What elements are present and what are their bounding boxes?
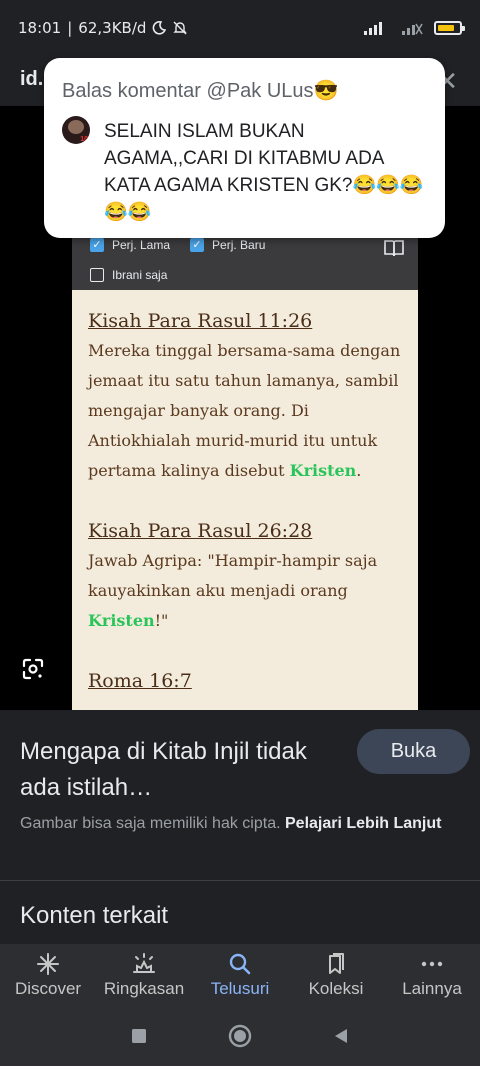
book-icon <box>384 240 404 257</box>
nav-ringkasan[interactable]: Ringkasan <box>96 944 192 1006</box>
highlight-word: Kristen <box>88 611 155 630</box>
back-icon[interactable] <box>333 1028 349 1044</box>
verse-block: Roma 16:7 <box>88 666 408 696</box>
mute-bell-icon <box>173 21 188 35</box>
verse-title: Roma 16:7 <box>88 670 192 692</box>
system-nav-bar <box>0 1006 480 1066</box>
nav-discover[interactable]: Discover <box>0 944 96 1006</box>
nav-label: Discover <box>14 979 82 998</box>
nav-label: Ringkasan <box>103 979 185 998</box>
option-label: Perj. Lama <box>112 238 171 252</box>
highlight-word: Kristen <box>289 461 357 480</box>
asterisk-icon <box>37 953 59 975</box>
summary-sparkle-icon <box>133 953 155 973</box>
nav-label: Lainnya <box>402 979 462 998</box>
verse-text: Jawab Agripa: "Hampir-hampir saja kauyak… <box>88 551 378 630</box>
status-right <box>362 20 465 36</box>
nav-koleksi[interactable]: Koleksi <box>288 944 384 1006</box>
copyright-notice: Gambar bisa saja memiliki hak cipta. Pel… <box>20 815 442 832</box>
nav-lainnya[interactable]: Lainnya <box>384 944 480 1006</box>
verse-block: Kisah Para Rasul 26:28 Jawab Agripa: "Ha… <box>88 516 408 636</box>
verse-title: Kisah Para Rasul 11:26 <box>88 310 313 332</box>
signal-2-icon <box>402 23 423 35</box>
verse-block: Kisah Para Rasul 11:26 Mereka tinggal be… <box>88 306 408 486</box>
status-left: 18:01 | 62,3KB/d <box>18 19 188 37</box>
bookmarks-icon <box>329 953 344 974</box>
home-icon[interactable] <box>228 1024 252 1048</box>
checkbox-checked-icon: ✓ <box>90 238 104 252</box>
moon-icon <box>153 21 167 35</box>
divider <box>0 880 480 881</box>
option-row-2: Ibrani saja <box>90 268 167 282</box>
info-panel: Mengapa di Kitab Injil tidak ada istilah… <box>0 710 480 944</box>
learn-more-link[interactable]: Pelajari Lebih Lanjut <box>285 815 441 832</box>
more-dots-icon <box>421 961 443 967</box>
status-time: 18:01 <box>18 19 62 37</box>
site-title: id. <box>20 68 44 90</box>
checkbox-empty-icon <box>90 268 104 282</box>
verse-title: Kisah Para Rasul 26:28 <box>88 520 313 542</box>
verse-text: Mereka tinggal bersama-sama dengan jemaa… <box>88 341 401 480</box>
nav-telusuri[interactable]: Telusuri <box>192 944 288 1006</box>
related-content-heading: Konten terkait <box>20 902 169 929</box>
avatar: 10 <box>62 116 90 144</box>
nav-label: Telusuri <box>210 979 270 998</box>
result-title[interactable]: Mengapa di Kitab Injil tidak ada istilah… <box>20 734 320 806</box>
option-row-1: ✓ Perj. Lama ✓ Perj. Baru <box>90 238 265 252</box>
recents-icon[interactable] <box>131 1028 147 1044</box>
bottom-nav: Discover Ringkasan Telusuri Koleksi Lain… <box>0 944 480 1006</box>
open-button[interactable]: Buka <box>357 729 470 774</box>
checkbox-checked-icon: ✓ <box>190 238 205 252</box>
battery-icon <box>434 21 465 35</box>
reply-header: Balas komentar @Pak ULus😎 <box>62 80 339 102</box>
search-icon <box>229 953 251 975</box>
status-bar: 18:01 | 62,3KB/d <box>0 0 480 56</box>
reply-comment-popup: Balas komentar @Pak ULus😎 10 SELAIN ISLA… <box>44 58 445 238</box>
option-label: Ibrani saja <box>112 268 168 282</box>
verse-list: Kisah Para Rasul 11:26 Mereka tinggal be… <box>88 306 408 710</box>
google-lens-icon[interactable] <box>22 658 44 680</box>
status-speed: 62,3KB/d <box>78 19 147 37</box>
option-label: Perj. Baru <box>212 238 266 252</box>
comment-text: SELAIN ISLAM BUKAN AGAMA,,CARI DI KITABM… <box>104 121 424 223</box>
nav-label: Koleksi <box>308 979 364 998</box>
signal-icon <box>364 22 382 35</box>
